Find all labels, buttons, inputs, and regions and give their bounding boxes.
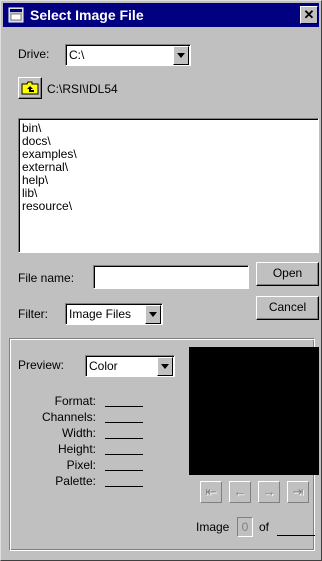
filter-dropdown-button[interactable] (145, 305, 161, 324)
width-blank (105, 438, 143, 439)
preview-mode-dropdown-button[interactable] (157, 357, 173, 376)
channels-blank (105, 422, 143, 423)
previous-image-button[interactable]: ← (229, 481, 251, 503)
chevron-down-icon (177, 53, 185, 58)
drive-dropdown-button[interactable] (173, 46, 189, 65)
parent-directory-button[interactable] (18, 77, 42, 99)
arrow-right-icon: → (262, 484, 276, 499)
folder-up-icon (21, 81, 39, 95)
image-label: Image (196, 520, 230, 534)
image-preview (189, 347, 319, 475)
format-label: Format: (54, 394, 96, 408)
pixel-label: Pixel: (66, 458, 96, 472)
chevron-down-icon (161, 364, 169, 369)
format-blank (105, 406, 143, 407)
title-bar[interactable]: Select Image File ✕ (3, 3, 319, 27)
palette-blank (105, 486, 143, 487)
preview-mode-value: Color (89, 359, 118, 373)
height-label: Height: (57, 442, 96, 456)
height-blank (105, 454, 143, 455)
select-image-dialog: Select Image File ✕ Drive: C:\ C:\RSI\ID… (0, 0, 322, 561)
file-name-input[interactable] (93, 265, 249, 289)
image-index-field[interactable]: 0 (237, 517, 253, 537)
last-image-icon: ⇥ (292, 484, 304, 499)
arrow-left-icon: ← (233, 484, 247, 499)
last-image-button[interactable]: ⇥ (287, 481, 309, 503)
image-total-blank (277, 535, 315, 536)
width-label: Width: (61, 426, 96, 440)
drive-value: C:\ (69, 48, 85, 62)
palette-label: Palette: (55, 474, 96, 488)
cancel-button[interactable]: Cancel (256, 296, 319, 320)
preview-label: Preview: (18, 358, 65, 372)
channels-label: Channels: (41, 410, 96, 424)
close-button[interactable]: ✕ (300, 6, 318, 24)
next-image-button[interactable]: → (258, 481, 280, 503)
first-image-button[interactable]: ⇤ (200, 481, 222, 503)
filter-label: Filter: (18, 307, 48, 321)
directory-list-item[interactable]: resource\ (22, 200, 72, 213)
close-icon: ✕ (303, 7, 315, 22)
dialog-window-icon (8, 7, 24, 23)
first-image-icon: ⇤ (205, 484, 217, 499)
filter-combo[interactable]: Image Files (65, 303, 163, 325)
open-button[interactable]: Open (256, 262, 319, 286)
pixel-blank (105, 470, 143, 471)
directory-list[interactable]: bin\ docs\ examples\ external\ help\ lib\ reso… (18, 118, 319, 253)
filter-value: Image Files (69, 307, 132, 321)
chevron-down-icon (149, 312, 157, 317)
current-path: C:\RSI\IDL54 (47, 82, 118, 96)
dialog-title: Select Image File (30, 7, 144, 23)
drive-combo[interactable]: C:\ (65, 44, 191, 66)
file-name-label: File name: (18, 271, 75, 285)
preview-mode-combo[interactable]: Color (85, 355, 175, 377)
drive-label: Drive: (18, 47, 50, 61)
image-of-label: of (259, 520, 270, 534)
